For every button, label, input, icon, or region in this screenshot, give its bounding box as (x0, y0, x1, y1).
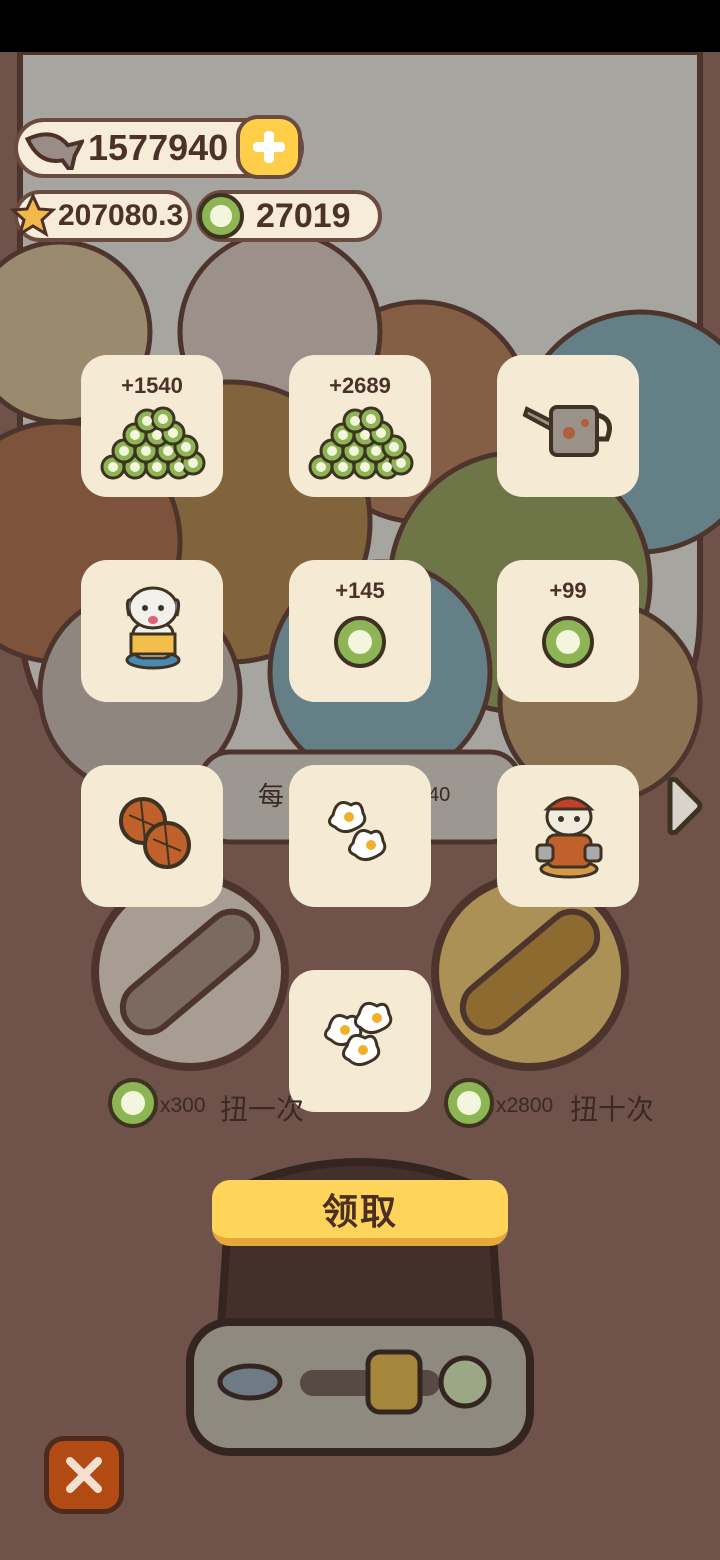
star-currency-pill: 207080.3 (10, 190, 192, 242)
spin-ten-label: 扭十次 (570, 1094, 655, 1125)
reward-card (497, 355, 639, 497)
coin-pile-icon (308, 406, 414, 480)
watering-can-icon (522, 405, 612, 457)
spin-once-option[interactable]: x300 扭一次 (108, 1078, 308, 1130)
dog-reading-icon (125, 586, 181, 670)
spin-ten-cost: x2800 (496, 1094, 554, 1117)
star-icon (10, 193, 56, 238)
reward-amount: +145 (335, 578, 385, 603)
coin-amount: 27019 (256, 197, 351, 235)
reward-card: +99 (497, 560, 639, 702)
reward-card (289, 970, 431, 1112)
fish-icon (24, 132, 84, 170)
coin-currency-pill: 27019 (196, 190, 382, 242)
reward-card (81, 560, 223, 702)
fish-amount: 1577940 (88, 127, 229, 168)
reward-card (289, 765, 431, 907)
coin-icon (542, 616, 594, 668)
spin-ten-option[interactable]: x2800 扭十次 (444, 1078, 664, 1130)
next-arrow-button[interactable] (664, 776, 704, 836)
machine-info-prefix: 每 (258, 781, 285, 811)
spin-once-cost: x300 (160, 1094, 206, 1117)
status-bar (0, 0, 720, 52)
dog-plumber-icon (535, 796, 603, 879)
coin-icon (108, 1078, 158, 1128)
reward-card (81, 765, 223, 907)
brown-balls-icon (119, 797, 191, 869)
coin-icon (444, 1078, 494, 1128)
coin-icon (198, 193, 244, 239)
fried-eggs-icon (328, 801, 387, 862)
close-button[interactable] (44, 1436, 124, 1514)
coin-pile-icon (100, 406, 206, 480)
chevron-right-icon (667, 776, 703, 836)
reward-card: +2689 (289, 355, 431, 497)
spin-once-label: 扭一次 (220, 1094, 305, 1125)
add-fish-button[interactable] (236, 115, 302, 179)
reward-card (497, 765, 639, 907)
machine-info-suffix: 40 (428, 784, 451, 806)
claim-button-label: 领取 (321, 1191, 398, 1232)
fried-eggs-icon (324, 1001, 393, 1067)
star-amount: 207080.3 (58, 199, 184, 232)
reward-amount: +99 (549, 578, 587, 603)
claim-button[interactable]: 领取 (212, 1180, 508, 1246)
reward-card: +1540 (81, 355, 223, 497)
plus-icon (253, 131, 285, 163)
reward-card: +145 (289, 560, 431, 702)
coin-icon (334, 616, 386, 668)
close-icon (66, 1457, 102, 1493)
